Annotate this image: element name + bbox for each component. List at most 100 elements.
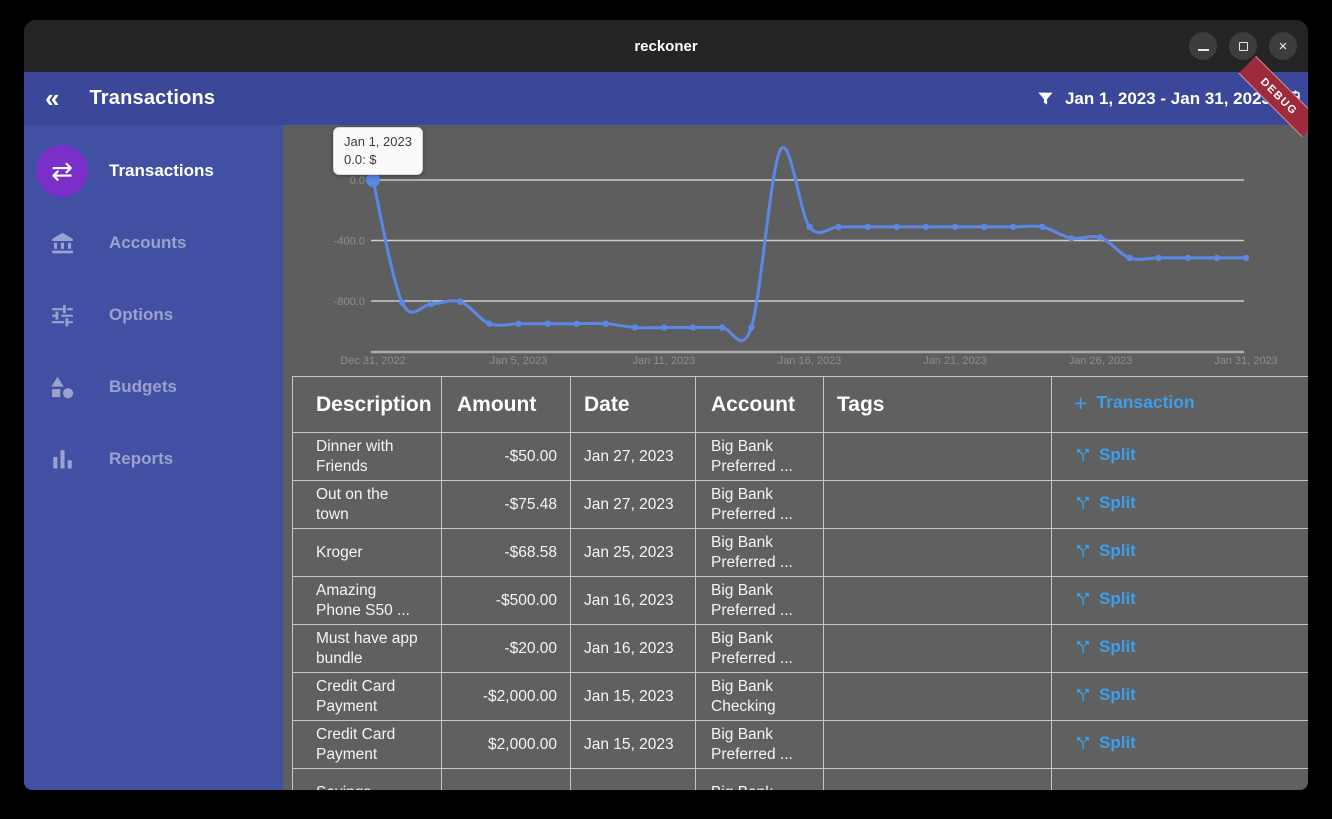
chart-marker (632, 324, 638, 330)
table-header-row: Description Amount Date Account Tags + T… (293, 377, 1309, 433)
sidebar-item-accounts[interactable]: Accounts (24, 217, 283, 269)
transaction-row: Out on the town-$75.48Jan 27, 2023Big Ba… (293, 481, 1309, 529)
app-window: reckoner × « Transactions Jan 1, 2023 - … (24, 20, 1308, 790)
sidebar: ⇄Transactions Accounts Options Budgets Repor… (24, 125, 283, 790)
column-header-amount: Amount (442, 377, 571, 433)
transaction-amount-cell[interactable]: -$20.00 (442, 625, 571, 673)
transaction-date-cell[interactable]: Jan 15, 2023 (571, 673, 696, 721)
split-button[interactable]: Split (1074, 540, 1136, 562)
transaction-amount-cell[interactable]: -$50.00 (442, 433, 571, 481)
transactions-table: Description Amount Date Account Tags + T… (292, 376, 1308, 790)
chart-marker (1068, 235, 1074, 241)
chart-marker (1243, 255, 1249, 261)
maximize-button[interactable] (1229, 32, 1257, 60)
x-tick-label: Dec 31, 2022 (340, 355, 405, 367)
transaction-description-cell[interactable]: Kroger (293, 529, 442, 577)
minimize-button[interactable] (1189, 32, 1217, 60)
x-tick-label: Jan 21, 2023 (923, 355, 987, 367)
transaction-tags-cell[interactable] (824, 481, 1052, 529)
transaction-account-cell[interactable]: Big Bank Preferred ... (696, 433, 824, 481)
transaction-tags-cell[interactable] (824, 673, 1052, 721)
transaction-amount-cell[interactable]: -$75.48 (442, 481, 571, 529)
transaction-date-cell[interactable]: Jan 27, 2023 (571, 481, 696, 529)
split-icon (1074, 638, 1092, 656)
split-button[interactable]: Split (1074, 732, 1136, 754)
split-button[interactable]: Split (1074, 588, 1136, 610)
transactions-table-wrap: Description Amount Date Account Tags + T… (292, 376, 1308, 790)
sidebar-item-options[interactable]: Options (24, 289, 283, 341)
y-tick-label: 0.0 (350, 175, 365, 187)
transaction-account-cell[interactable]: Big Bank Preferred ... (696, 481, 824, 529)
transaction-date-cell[interactable]: Jan 25, 2023 (571, 529, 696, 577)
transaction-date-cell[interactable]: Jan 16, 2023 (571, 577, 696, 625)
swap-horizontal-icon: ⇄ (36, 145, 88, 197)
transaction-date-cell[interactable]: Jan 16, 2023 (571, 625, 696, 673)
split-label: Split (1099, 492, 1136, 514)
transaction-tags-cell[interactable] (824, 529, 1052, 577)
sidebar-item-transactions[interactable]: ⇄Transactions (24, 145, 283, 197)
transaction-date-cell[interactable]: Jan 27, 2023 (571, 433, 696, 481)
balance-chart[interactable]: 0.0-400.0-800.0Dec 31, 2022Jan 5, 2023Ja… (283, 125, 1308, 375)
transaction-date-cell[interactable] (571, 769, 696, 791)
sidebar-item-budgets[interactable]: Budgets (24, 361, 283, 413)
transaction-amount-cell[interactable]: $2,000.00 (442, 721, 571, 769)
split-button[interactable]: Split (1074, 444, 1136, 466)
sidebar-item-label: Options (109, 305, 173, 325)
close-button[interactable]: × (1269, 32, 1297, 60)
chart-marker (1156, 255, 1162, 261)
transaction-account-cell[interactable]: Big Bank ... (696, 769, 824, 791)
chart-marker (865, 224, 871, 230)
split-icon (1074, 446, 1092, 464)
transaction-description-cell[interactable]: Credit Card Payment (293, 721, 442, 769)
date-range-filter[interactable]: Jan 1, 2023 - Jan 31, 2023 (1065, 89, 1271, 109)
split-icon (1074, 734, 1092, 752)
y-tick-label: -800.0 (334, 296, 365, 308)
transaction-row: Kroger-$68.58Jan 25, 2023Big Bank Prefer… (293, 529, 1309, 577)
transaction-split-cell: Split (1052, 529, 1309, 577)
transaction-amount-cell[interactable]: -$500.00 (442, 577, 571, 625)
transaction-amount-cell[interactable] (442, 769, 571, 791)
filter-icon[interactable] (1036, 89, 1055, 108)
transaction-split-cell: Split (1052, 625, 1309, 673)
transaction-split-cell: Split (1052, 577, 1309, 625)
split-label: Split (1099, 588, 1136, 610)
transaction-date-cell[interactable]: Jan 15, 2023 (571, 721, 696, 769)
transaction-account-cell[interactable]: Big Bank Preferred ... (696, 721, 824, 769)
transaction-description-cell[interactable]: Out on the town (293, 481, 442, 529)
transaction-row: Savings Big Bank ... (293, 769, 1309, 791)
transaction-account-cell[interactable]: Big Bank Checking (696, 673, 824, 721)
split-button[interactable]: Split (1074, 492, 1136, 514)
transaction-amount-cell[interactable]: -$2,000.00 (442, 673, 571, 721)
add-transaction-button[interactable]: + Transaction (1074, 392, 1195, 413)
chart-marker (661, 324, 667, 330)
chart-marker (894, 224, 900, 230)
split-label: Split (1099, 636, 1136, 658)
split-icon (1074, 686, 1092, 704)
transaction-description-cell[interactable]: Dinner with Friends (293, 433, 442, 481)
transaction-tags-cell[interactable] (824, 721, 1052, 769)
transaction-tags-cell[interactable] (824, 769, 1052, 791)
transaction-description-cell[interactable]: Savings (293, 769, 442, 791)
chart-marker (981, 224, 987, 230)
sidebar-item-reports[interactable]: Reports (24, 433, 283, 485)
transaction-account-cell[interactable]: Big Bank Preferred ... (696, 625, 824, 673)
split-button[interactable]: Split (1074, 684, 1136, 706)
transaction-tags-cell[interactable] (824, 625, 1052, 673)
transaction-description-cell[interactable]: Credit Card Payment (293, 673, 442, 721)
transaction-row: Amazing Phone S50 ...-$500.00Jan 16, 202… (293, 577, 1309, 625)
transaction-description-cell[interactable]: Amazing Phone S50 ... (293, 577, 442, 625)
main-content: 0.0-400.0-800.0Dec 31, 2022Jan 5, 2023Ja… (283, 125, 1308, 790)
add-transaction-label: Transaction (1096, 392, 1194, 413)
transaction-account-cell[interactable]: Big Bank Preferred ... (696, 529, 824, 577)
transaction-tags-cell[interactable] (824, 433, 1052, 481)
chart-marker (1185, 255, 1191, 261)
transaction-account-cell[interactable]: Big Bank Preferred ... (696, 577, 824, 625)
split-button[interactable]: Split (1074, 636, 1136, 658)
chart-marker (603, 320, 609, 326)
sidebar-item-label: Accounts (109, 233, 186, 253)
sidebar-collapse-button[interactable]: « (45, 88, 59, 109)
transaction-amount-cell[interactable]: -$68.58 (442, 529, 571, 577)
transaction-tags-cell[interactable] (824, 577, 1052, 625)
transaction-description-cell[interactable]: Must have app bundle (293, 625, 442, 673)
split-icon (1074, 590, 1092, 608)
